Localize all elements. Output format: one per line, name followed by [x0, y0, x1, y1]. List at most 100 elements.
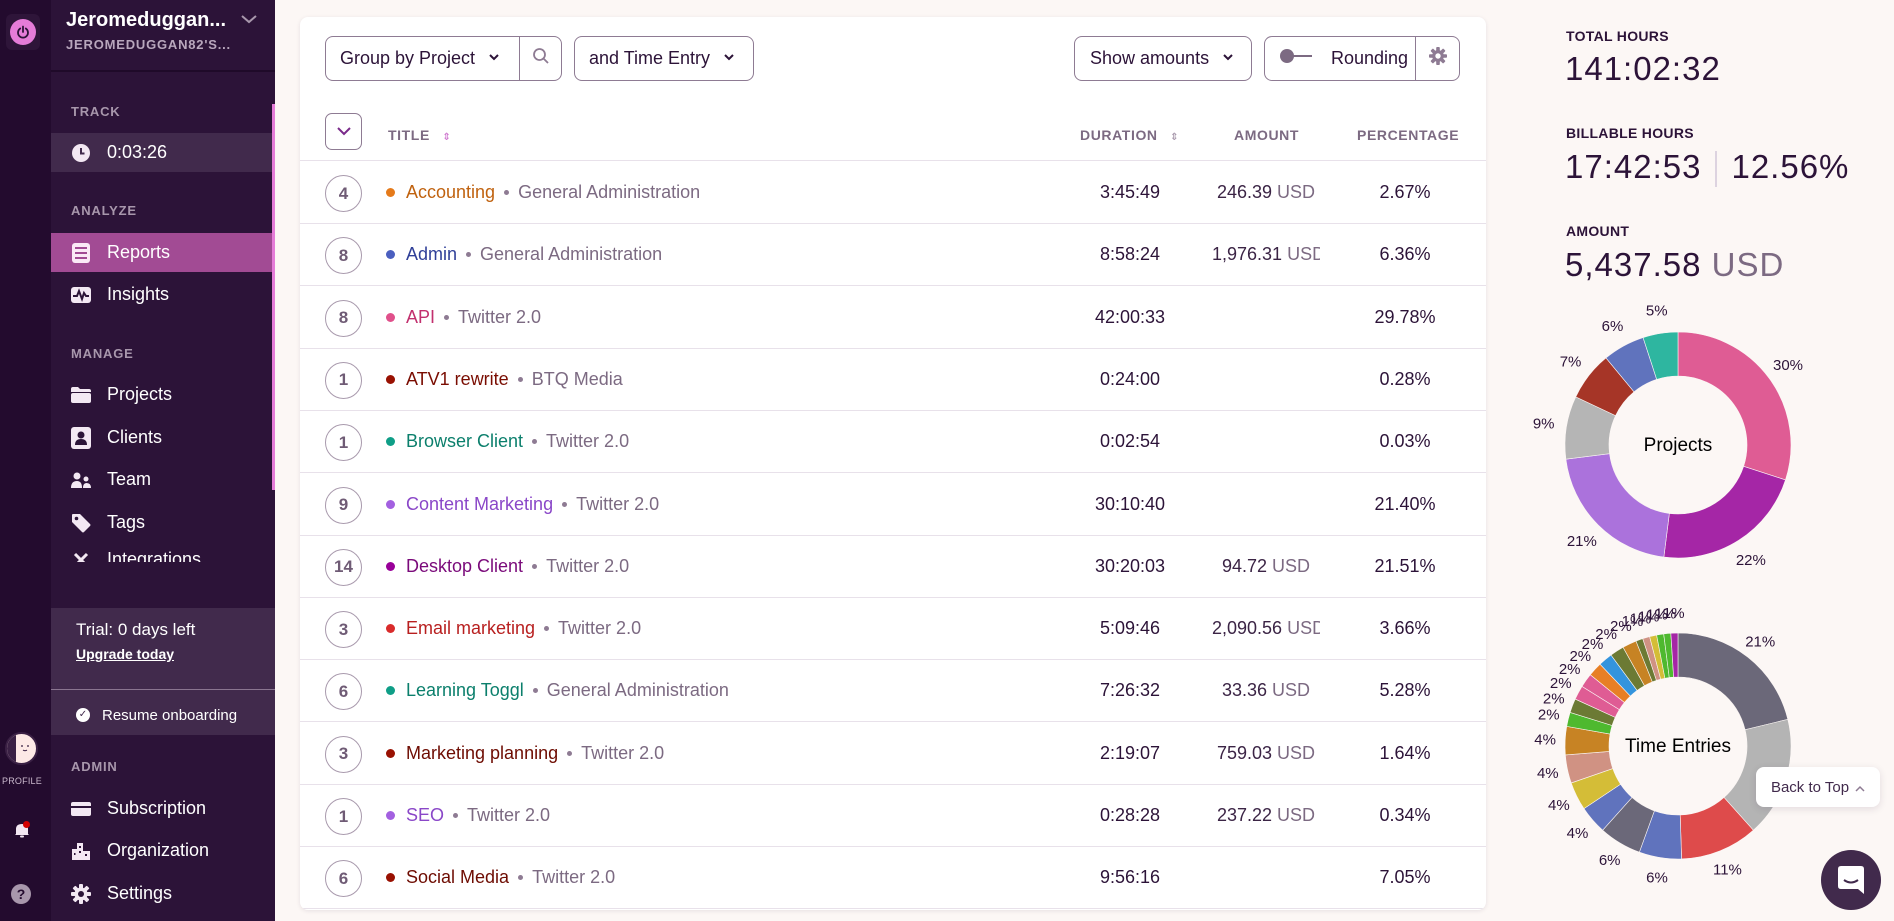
chevron-down-icon	[724, 53, 734, 64]
project-color-dot	[386, 873, 395, 883]
back-to-top-button[interactable]: Back to Top	[1756, 767, 1880, 807]
chevron-down-icon	[336, 127, 351, 136]
amount-currency: USD	[1277, 742, 1316, 763]
chat-support-button[interactable]	[1821, 850, 1881, 910]
sidebar-item-tags[interactable]: Tags	[51, 503, 272, 542]
project-name: SEO	[406, 805, 445, 825]
project-color-dot	[386, 437, 395, 447]
power-icon	[10, 19, 36, 45]
entry-count-badge[interactable]: 1	[325, 798, 362, 835]
table-row[interactable]: 9 Content Marketing Twitter 2.0 30:10:40 21…	[300, 474, 1486, 536]
rounding-settings-button[interactable]	[1415, 36, 1460, 81]
amount-value: 94.72	[1221, 555, 1267, 576]
billable-hours-value: 17:42:53	[1565, 148, 1702, 185]
entry-count-badge[interactable]: 3	[325, 735, 362, 773]
entry-count-badge[interactable]: 14	[325, 548, 362, 586]
group-by-dropdown[interactable]: Group by Project	[325, 36, 521, 81]
search-button[interactable]	[519, 36, 562, 81]
amount-currency: USD	[1287, 618, 1320, 639]
entry-count-badge[interactable]: 8	[325, 299, 362, 337]
sidebar-item-insights[interactable]: Insights	[51, 275, 272, 314]
slice-label: 9%	[1533, 416, 1555, 433]
table-row[interactable]: 1 Browser Client Twitter 2.0 0:02:54 0.03%	[300, 411, 1486, 474]
project-name: Email marketing	[406, 618, 536, 639]
expand-all-button[interactable]	[325, 113, 362, 150]
entry-count-badge[interactable]: 9	[325, 486, 362, 524]
entry-count-badge[interactable]: 1	[325, 361, 362, 399]
show-amounts-dropdown[interactable]: Show amounts	[1074, 36, 1252, 81]
sidebar-item-reports[interactable]: Reports	[51, 233, 272, 272]
slice-label: 21%	[1567, 533, 1597, 550]
table-row[interactable]: 1 SEO Twitter 2.0 0:28:28 237.22 USD 0.34%	[300, 785, 1486, 847]
folder-icon	[71, 385, 91, 405]
sidebar-scrollbar[interactable]	[272, 104, 275, 490]
row-amount: 33.36 USD	[1212, 680, 1320, 701]
sub-group-dropdown[interactable]: and Time Entry	[574, 36, 754, 81]
workspace-switcher[interactable]: Jeromeduggan... JEROMEDUGGAN82'S...	[51, 0, 275, 72]
entry-count-badge[interactable]: 4	[325, 175, 362, 212]
sub-group-label: and Time Entry	[589, 48, 711, 68]
project-color-dot	[386, 561, 395, 571]
table-row[interactable]: 6 Social Media Twitter 2.0 9:56:16 7.05%	[300, 847, 1486, 910]
entry-count-badge[interactable]: 1	[325, 424, 362, 462]
sidebar-item-clients[interactable]: Clients	[51, 418, 272, 457]
entry-count-badge[interactable]: 6	[325, 673, 362, 711]
gear-icon	[71, 883, 91, 904]
help-icon[interactable]: ?	[11, 884, 31, 904]
amount-value: 759.03	[1216, 742, 1273, 763]
table-row[interactable]: 1 ATV1 rewrite BTQ Media 0:24:00 0.28%	[300, 349, 1486, 411]
row-duration: 2:19:07	[1099, 742, 1161, 763]
project-color-dot	[386, 312, 395, 322]
sidebar-item-projects[interactable]: Projects	[51, 375, 272, 414]
entry-count-badge[interactable]: 6	[325, 860, 362, 898]
sidebar-item-settings[interactable]: Settings	[51, 874, 272, 913]
row-percentage: 21.51%	[1374, 555, 1436, 576]
donut-slice[interactable]	[1663, 465, 1786, 559]
notifications-bell-icon[interactable]	[12, 820, 32, 845]
building-icon	[71, 841, 91, 861]
donut-slice[interactable]	[1677, 331, 1792, 481]
project-color-dot	[386, 748, 395, 758]
clock-icon	[71, 143, 91, 163]
column-duration[interactable]: DURATION ⇕	[1080, 127, 1179, 143]
reports-icon	[71, 242, 91, 263]
profile-avatar[interactable]	[5, 732, 38, 765]
profile-label: PROFILE	[2, 776, 42, 786]
chevron-down-icon	[489, 53, 499, 64]
amount-currency: USD	[1277, 805, 1316, 825]
table-row[interactable]: 8 API Twitter 2.0 42:00:33 29.78%	[300, 287, 1486, 349]
row-duration: 30:10:40	[1094, 493, 1166, 514]
total-hours-value: 141:02:32	[1565, 50, 1721, 87]
column-title-label: TITLE	[388, 127, 430, 143]
table-row[interactable]: 4 Accounting General Administration 3:45:49…	[300, 162, 1486, 224]
row-amount: 2,090.56 USD	[1212, 618, 1320, 639]
row-duration: 42:00:33	[1094, 306, 1166, 327]
slice-label: 1%	[1663, 605, 1685, 622]
table-row[interactable]: 3 Marketing planning Twitter 2.0 2:19:07 759…	[300, 723, 1486, 785]
table-row[interactable]: 8 Admin General Administration 8:58:24 1,976…	[300, 224, 1486, 287]
row-duration: 0:28:28	[1099, 805, 1161, 825]
sidebar-item-team[interactable]: Team	[51, 460, 272, 499]
slice-label: 6%	[1602, 318, 1624, 335]
sidebar-item-subscription[interactable]: Subscription	[51, 789, 272, 828]
row-title: ATV1 rewrite BTQ Media	[386, 369, 623, 390]
resume-onboarding-button[interactable]: ✓ Resume onboarding	[76, 696, 237, 734]
rounding-toggle[interactable]: Rounding	[1264, 36, 1417, 81]
table-row[interactable]: 6 Learning Toggl General Administration 7:2…	[300, 660, 1486, 723]
table-row[interactable]: 3 Email marketing Twitter 2.0 5:09:46 2,090.…	[300, 598, 1486, 661]
amount-value: 5,437.58	[1565, 246, 1702, 283]
sidebar-item-organization[interactable]: Organization	[51, 831, 272, 870]
table-row[interactable]: 14 Desktop Client Twitter 2.0 30:20:03 94.72…	[300, 536, 1486, 598]
sidebar-item-label: Organization	[107, 840, 210, 860]
timer-item[interactable]: 0:03:26	[51, 133, 272, 172]
amount-label: AMOUNT	[1566, 223, 1630, 239]
amount-value: 33.36	[1221, 680, 1267, 701]
sidebar-item-integrations[interactable]: Integrations	[51, 540, 272, 562]
entry-count-badge[interactable]: 8	[325, 237, 362, 275]
row-amount: 759.03 USD	[1212, 743, 1320, 764]
upgrade-link[interactable]: Upgrade today	[76, 646, 174, 662]
entry-count-badge[interactable]: 3	[325, 611, 362, 649]
column-title[interactable]: TITLE ⇕	[388, 127, 451, 143]
client-name: General Administration	[480, 244, 663, 265]
toggl-logo[interactable]	[6, 14, 40, 50]
